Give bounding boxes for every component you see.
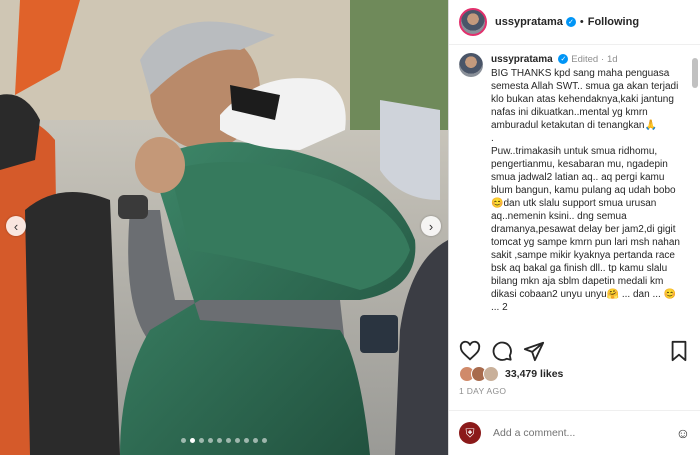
post-modal: ‹ › ussypratama ✓ • Following ussypratam… [0, 0, 700, 455]
chevron-right-icon[interactable]: › [421, 216, 441, 236]
following-button[interactable]: Following [588, 16, 639, 28]
action-bar [459, 336, 690, 366]
comment-input[interactable] [491, 426, 676, 440]
caption-body: ussypratama ✓ Edited · 1d BIG THANKS kpd… [491, 53, 686, 314]
hug-photo-illustration [0, 0, 448, 455]
emoji-icon[interactable]: ☺ [676, 425, 690, 441]
carousel-dot [244, 438, 249, 443]
separator-dot: • [579, 16, 584, 28]
author-username[interactable]: ussypratama [495, 16, 563, 28]
carousel-dot [199, 438, 204, 443]
carousel-dot [208, 438, 213, 443]
post-header: ussypratama ✓ • Following [449, 0, 700, 45]
heart-icon[interactable] [459, 340, 481, 362]
viewer-avatar: ⛨ [459, 422, 481, 444]
post-photo[interactable]: ‹ › [0, 0, 448, 455]
carousel-dot [181, 438, 186, 443]
caption-row: ussypratama ✓ Edited · 1d BIG THANKS kpd… [459, 53, 686, 314]
carousel-dot [190, 438, 195, 443]
comment-icon[interactable] [491, 340, 513, 362]
likes-count[interactable]: 33,479 likes [505, 368, 563, 380]
carousel-dot [217, 438, 222, 443]
chevron-left-icon[interactable]: ‹ [6, 216, 26, 236]
author-avatar[interactable] [459, 8, 487, 36]
bookmark-icon[interactable] [668, 340, 690, 362]
caption-edited: Edited [571, 54, 599, 65]
comments-scrollbar[interactable] [692, 58, 698, 328]
caption-avatar[interactable] [459, 53, 483, 77]
post-side-panel: ussypratama ✓ • Following ussypratama ✓ … [448, 0, 700, 455]
carousel-dot [235, 438, 240, 443]
carousel-dot [226, 438, 231, 443]
caption-username[interactable]: ussypratama [491, 54, 553, 65]
post-time-ago: 1 DAY AGO [459, 386, 507, 396]
caption-meta-sep: · [600, 54, 605, 65]
liker-avatar [483, 366, 499, 382]
liker-avatars [459, 366, 499, 382]
verified-badge-icon: ✓ [565, 17, 576, 27]
carousel-dots [181, 438, 267, 443]
add-comment-bar: ⛨ ☺ [449, 410, 700, 455]
carousel-dot [253, 438, 258, 443]
caption-text: BIG THANKS kpd sang maha penguasa semest… [491, 68, 680, 313]
likes-summary[interactable]: 33,479 likes [459, 366, 563, 382]
comments-area[interactable]: ussypratama ✓ Edited · 1d BIG THANKS kpd… [449, 45, 700, 330]
carousel-dot [262, 438, 267, 443]
verified-badge-icon: ✓ [558, 54, 569, 65]
caption-age: 1d [606, 54, 618, 65]
share-icon[interactable] [523, 340, 545, 362]
